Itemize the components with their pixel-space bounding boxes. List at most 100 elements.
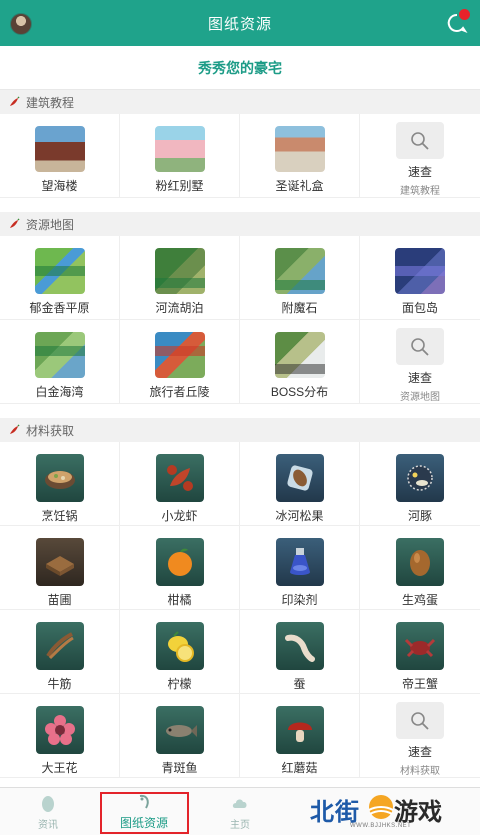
item-label: 面包岛 bbox=[401, 301, 438, 315]
watermark-name-a: 北街 bbox=[310, 799, 360, 826]
tab-home[interactable]: 主页 bbox=[192, 788, 288, 835]
grid-item-platinum-bay[interactable]: 白金海湾 bbox=[0, 320, 120, 404]
tab-news[interactable]: 资讯 bbox=[0, 788, 96, 835]
king-crab-icon bbox=[396, 622, 444, 670]
grid-item-orange[interactable]: 柑橘 bbox=[120, 526, 240, 610]
highlight-box bbox=[100, 792, 189, 834]
top-bar: 图纸资源 bbox=[0, 0, 480, 46]
grid-item-raw-egg[interactable]: 生鸡蛋 bbox=[360, 526, 480, 610]
item-label: 印染剂 bbox=[281, 593, 318, 607]
item-label: 蚕 bbox=[293, 677, 306, 691]
grid-item-quick-search-materials[interactable]: 速查 材料获取 bbox=[360, 694, 480, 778]
chili-pepper-icon bbox=[10, 424, 20, 434]
grid-item-river-lake[interactable]: 河流胡泊 bbox=[120, 236, 240, 320]
section-header-building: 建筑教程 bbox=[0, 90, 480, 114]
section-header-resource-map: 资源地图 bbox=[0, 212, 480, 236]
item-label: 柠檬 bbox=[167, 677, 192, 691]
building-grid: 望海楼 粉红别墅 圣诞礼盒 速查 建筑教程 bbox=[0, 114, 480, 198]
tab-label: 主页 bbox=[230, 820, 250, 831]
rafflesia-icon bbox=[35, 706, 84, 754]
grid-item-christmas-box[interactable]: 圣诞礼盒 bbox=[240, 114, 360, 198]
red-mushroom-icon bbox=[275, 706, 324, 754]
section-title: 材料获取 bbox=[26, 423, 75, 438]
grid-item-traveler-hills[interactable]: 旅行者丘陵 bbox=[120, 320, 240, 404]
watermark-name-b: 游戏 bbox=[394, 799, 442, 826]
search-icon bbox=[396, 328, 444, 365]
sun-logo-icon bbox=[368, 795, 394, 819]
item-sublabel: 材料获取 bbox=[400, 766, 440, 777]
river-lake-thumbnail bbox=[154, 248, 205, 294]
cloud-home-icon bbox=[232, 799, 247, 808]
grid-item-cooking-pot[interactable]: 烹饪锅 bbox=[0, 442, 120, 526]
grid-item-grouper[interactable]: 青斑鱼 bbox=[120, 694, 240, 778]
item-label: 河豚 bbox=[407, 509, 432, 523]
christmas-box-thumbnail bbox=[274, 126, 325, 172]
item-label: 烹饪锅 bbox=[41, 509, 78, 523]
grid-item-rafflesia[interactable]: 大王花 bbox=[0, 694, 120, 778]
avatar[interactable] bbox=[10, 13, 32, 35]
grid-item-boss-distribution[interactable]: BOSS分布 bbox=[240, 320, 360, 404]
item-label: 帝王蟹 bbox=[401, 677, 438, 691]
enchant-stone-thumbnail bbox=[274, 248, 325, 294]
tulip-plain-thumbnail bbox=[34, 248, 85, 294]
item-label: 生鸡蛋 bbox=[401, 593, 438, 607]
item-label: 旅行者丘陵 bbox=[149, 385, 210, 399]
item-label: 苗圃 bbox=[47, 593, 72, 607]
orange-icon bbox=[155, 538, 204, 586]
grid-item-glacier-pinecone[interactable]: 冰河松果 bbox=[240, 442, 360, 526]
bread-island-thumbnail bbox=[395, 248, 445, 294]
grid-item-quick-search-building[interactable]: 速查 建筑教程 bbox=[360, 114, 480, 198]
grid-item-lemon[interactable]: 柠檬 bbox=[120, 610, 240, 694]
message-icon[interactable] bbox=[446, 9, 470, 34]
watermark-url: WWW.BJJHKS.NET bbox=[350, 823, 412, 829]
grid-item-tulip-plain[interactable]: 郁金香平原 bbox=[0, 236, 120, 320]
pink-villa-thumbnail bbox=[154, 126, 205, 172]
item-label: 粉红别墅 bbox=[155, 179, 204, 193]
grid-item-bread-island[interactable]: 面包岛 bbox=[360, 236, 480, 320]
chili-pepper-icon bbox=[10, 218, 20, 228]
item-label: 圣诞礼盒 bbox=[275, 179, 324, 193]
item-label: 附魔石 bbox=[281, 301, 318, 315]
grid-item-nursery[interactable]: 苗圃 bbox=[0, 526, 120, 610]
grid-item-red-mushroom[interactable]: 红蘑菇 bbox=[240, 694, 360, 778]
chili-pepper-icon bbox=[10, 96, 20, 106]
crayfish-icon bbox=[155, 454, 204, 502]
lemon-icon bbox=[155, 622, 204, 670]
item-label: 郁金香平原 bbox=[29, 301, 90, 315]
news-icon bbox=[42, 796, 54, 812]
item-label: 小龙虾 bbox=[161, 509, 198, 523]
grid-item-dye[interactable]: 印染剂 bbox=[240, 526, 360, 610]
materials-grid: 烹饪锅 小龙虾 冰河松果 河豚 苗圃 柑橘 印染剂 生鸡蛋 牛筋 柠檬 蚕 帝王… bbox=[0, 442, 480, 778]
section-title: 资源地图 bbox=[26, 217, 75, 232]
grid-item-pink-villa[interactable]: 粉红别墅 bbox=[120, 114, 240, 198]
wanghailou-thumbnail bbox=[34, 126, 85, 172]
grid-item-crayfish[interactable]: 小龙虾 bbox=[120, 442, 240, 526]
dye-bottle-icon bbox=[275, 538, 324, 586]
grid-item-beef-tendon[interactable]: 牛筋 bbox=[0, 610, 120, 694]
item-label: 望海楼 bbox=[41, 179, 78, 193]
item-sublabel: 资源地图 bbox=[400, 392, 440, 403]
item-label: 大王花 bbox=[41, 761, 78, 775]
grid-item-quick-search-map[interactable]: 速查 资源地图 bbox=[360, 320, 480, 404]
grid-item-king-crab[interactable]: 帝王蟹 bbox=[360, 610, 480, 694]
search-icon bbox=[396, 122, 444, 159]
tab-label: 资讯 bbox=[38, 820, 58, 831]
resource-map-grid: 郁金香平原 河流胡泊 附魔石 面包岛 白金海湾 旅行者丘陵 BOSS分布 速查 … bbox=[0, 236, 480, 404]
grid-item-silkworm[interactable]: 蚕 bbox=[240, 610, 360, 694]
section-title: 建筑教程 bbox=[26, 95, 75, 110]
item-label: 河流胡泊 bbox=[155, 301, 204, 315]
grid-item-enchant-stone[interactable]: 附魔石 bbox=[240, 236, 360, 320]
beef-tendon-icon bbox=[35, 622, 84, 670]
item-label: 冰河松果 bbox=[275, 509, 324, 523]
section-header-materials: 材料获取 bbox=[0, 418, 480, 442]
item-label: 速查 bbox=[407, 371, 432, 385]
item-label: 青斑鱼 bbox=[161, 761, 198, 775]
grid-item-pufferfish[interactable]: 河豚 bbox=[360, 442, 480, 526]
boss-distribution-thumbnail bbox=[274, 332, 325, 378]
grid-item-wanghailou[interactable]: 望海楼 bbox=[0, 114, 120, 198]
platinum-bay-thumbnail bbox=[34, 332, 85, 378]
silkworm-icon bbox=[275, 622, 324, 670]
pufferfish-icon bbox=[396, 454, 444, 502]
slogan: 秀秀您的豪宅 bbox=[0, 46, 480, 90]
raw-egg-icon bbox=[396, 538, 444, 586]
